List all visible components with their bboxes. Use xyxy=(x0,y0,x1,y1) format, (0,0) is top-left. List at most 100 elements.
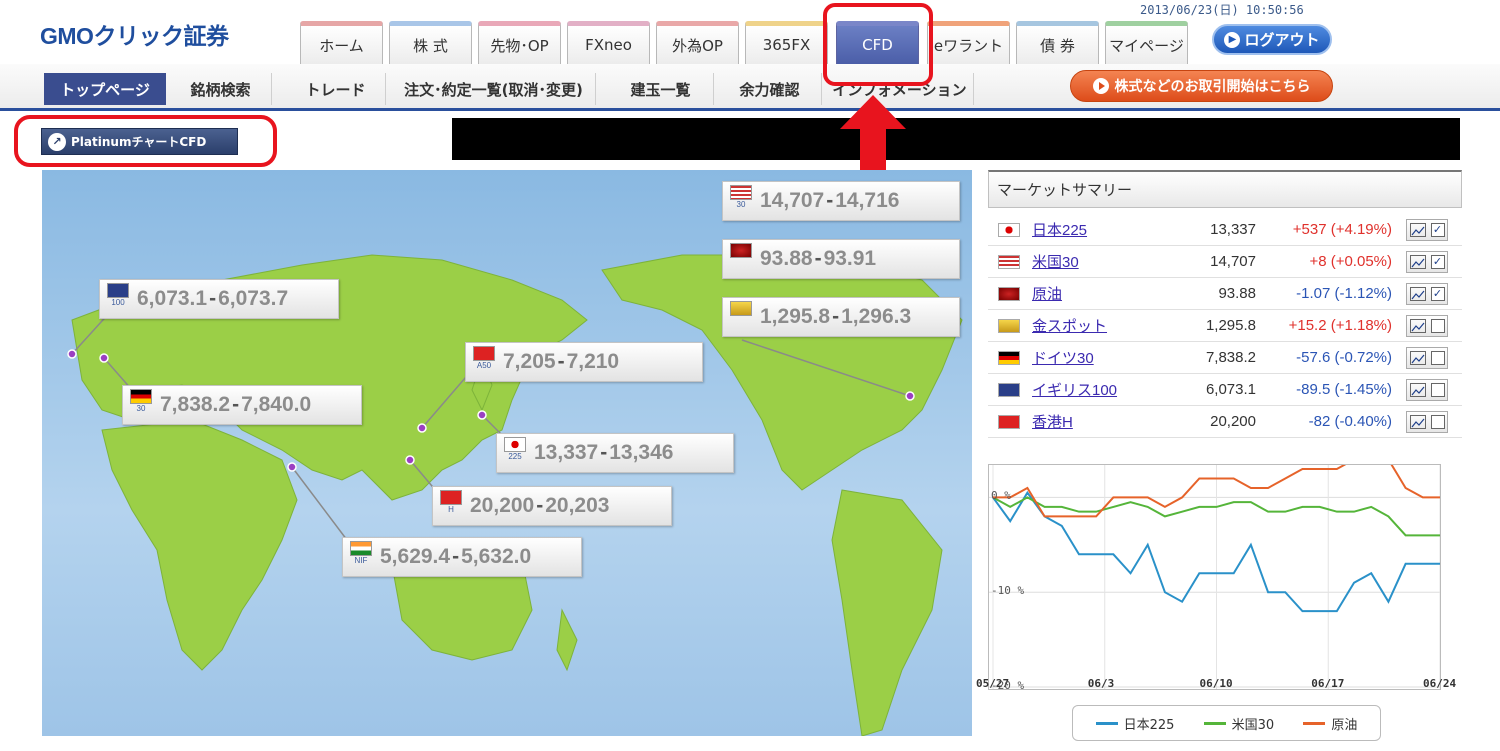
quote-ask: 6,073.7 xyxy=(218,287,289,310)
quote-ask: 13,346 xyxy=(609,441,674,464)
de-flag-icon: 30 xyxy=(128,389,154,421)
legend-item[interactable]: 原油 xyxy=(1303,714,1357,733)
gmo-logo[interactable]: GMOクリック証券 xyxy=(40,17,229,51)
quote-box[interactable]: 1,295.8-1,296.3 xyxy=(722,297,960,337)
tab-5[interactable]: 365FX xyxy=(745,21,828,64)
quote-ask: 7,840.0 xyxy=(241,393,312,416)
quote-code: NIF xyxy=(354,556,368,565)
quote-box[interactable]: A50 7,205-7,210 xyxy=(465,342,703,382)
chart-toggle[interactable]: ✓ xyxy=(1406,218,1448,241)
quote-box[interactable]: 100 6,073.1-6,073.7 xyxy=(99,279,339,319)
chart-checkbox[interactable] xyxy=(1430,414,1445,429)
mini-chart-icon xyxy=(1409,318,1426,333)
summary-instrument-link[interactable]: ドイツ30 xyxy=(1032,347,1094,368)
y-tick-label: -10 % xyxy=(991,584,1025,598)
mini-chart-icon xyxy=(1409,254,1426,269)
summary-price: 6,073.1 xyxy=(1205,381,1256,398)
highlight-cfd-tab xyxy=(823,3,933,86)
chart-checkbox[interactable] xyxy=(1430,350,1445,365)
subnav-item-4[interactable]: 建玉一覧 xyxy=(608,73,714,105)
y-tick-label: -20 % xyxy=(991,679,1025,692)
cn-flag-icon: A50 xyxy=(471,346,497,378)
summary-change: -57.6 (-0.72%) xyxy=(1296,349,1392,366)
trade-start-button[interactable]: 株式などのお取引開始はこちら xyxy=(1070,70,1333,102)
subnav-item-1[interactable]: 銘柄検索 xyxy=(170,73,272,105)
quote-box[interactable]: 30 7,838.2-7,840.0 xyxy=(122,385,362,425)
quote-box[interactable]: NIF 5,629.4-5,632.0 xyxy=(342,537,582,577)
x-tick-label: 06/10 xyxy=(1199,677,1233,690)
mini-chart-icon xyxy=(1409,350,1426,365)
subnav-item-3[interactable]: 注文･約定一覧(取消･変更) xyxy=(392,73,596,105)
summary-price: 13,337 xyxy=(1210,221,1256,238)
summary-price: 14,707 xyxy=(1210,253,1256,270)
legend-item[interactable]: 日本225 xyxy=(1095,714,1174,733)
uk-flag-icon: 100 xyxy=(105,283,131,315)
mini-chart-icon xyxy=(1409,414,1426,429)
summary-instrument-link[interactable]: 金スポット xyxy=(1032,315,1107,336)
jp-flag-icon: 225 xyxy=(502,437,528,469)
chart-legend: 日本225 米国30 原油 xyxy=(1072,705,1381,741)
logout-button[interactable]: ▶ ログアウト xyxy=(1212,24,1332,55)
chart-checkbox[interactable] xyxy=(1430,382,1445,397)
chart-checkbox[interactable]: ✓ xyxy=(1430,286,1445,301)
chart-checkbox[interactable] xyxy=(1430,318,1445,333)
chart-toggle[interactable] xyxy=(1406,314,1448,337)
quote-ask: 14,716 xyxy=(835,189,900,212)
jp-flag-icon xyxy=(998,222,1020,237)
tab-2[interactable]: 先物･OP xyxy=(478,21,561,64)
summary-price: 7,838.2 xyxy=(1205,349,1256,366)
summary-instrument-link[interactable]: 日本225 xyxy=(1032,219,1087,240)
legend-item[interactable]: 米国30 xyxy=(1203,714,1274,733)
quote-ask: 93.91 xyxy=(823,247,877,270)
quote-box[interactable]: 30 14,707-14,716 xyxy=(722,181,960,221)
chart-toggle[interactable] xyxy=(1406,410,1448,433)
x-tick-label: 06/17 xyxy=(1311,677,1345,690)
summary-row: 金スポット 1,295.8 +15.2 (+1.18%) xyxy=(988,310,1462,342)
quote-bid: 6,073.1 xyxy=(137,287,208,310)
tab-3[interactable]: FXneo xyxy=(567,21,650,64)
oil-flag-icon xyxy=(728,243,754,275)
tab-9[interactable]: マイページ xyxy=(1105,21,1188,64)
subnav-item-5[interactable]: 余力確認 xyxy=(718,73,822,105)
chart-checkbox[interactable]: ✓ xyxy=(1430,222,1445,237)
logout-label: ログアウト xyxy=(1244,31,1320,49)
summary-instrument-link[interactable]: イギリス100 xyxy=(1032,379,1117,400)
quote-ask: 7,210 xyxy=(566,350,620,373)
tab-1[interactable]: 株 式 xyxy=(389,21,472,64)
chart-toggle[interactable]: ✓ xyxy=(1406,282,1448,305)
gold-flag-icon xyxy=(728,301,754,333)
market-line-chart xyxy=(988,464,1441,690)
uk-flag-icon xyxy=(998,382,1020,397)
quote-box[interactable]: 225 13,337-13,346 xyxy=(496,433,734,473)
summary-instrument-link[interactable]: 原油 xyxy=(1032,283,1062,304)
us-flag-icon xyxy=(998,254,1020,269)
quote-code: 100 xyxy=(111,298,125,307)
tab-8[interactable]: 債 券 xyxy=(1016,21,1099,64)
legend-line-icon xyxy=(1095,721,1118,725)
quote-box[interactable]: 93.88-93.91 xyxy=(722,239,960,279)
summary-instrument-link[interactable]: 香港H xyxy=(1032,411,1073,432)
tab-0[interactable]: ホーム xyxy=(300,21,383,64)
trade-start-label: 株式などのお取引開始はこちら xyxy=(1114,79,1311,95)
chart-checkbox[interactable]: ✓ xyxy=(1430,254,1445,269)
quote-bid: 7,838.2 xyxy=(160,393,231,416)
tab-7[interactable]: eワラント xyxy=(927,21,1010,64)
quote-bid: 20,200 xyxy=(470,494,535,517)
quote-box[interactable]: H 20,200-20,203 xyxy=(432,486,672,526)
x-tick-label: 06/3 xyxy=(1087,677,1115,690)
x-tick-label: 06/24 xyxy=(1423,677,1457,690)
mini-chart-icon xyxy=(1409,382,1426,397)
subnav-item-0[interactable]: トップページ xyxy=(44,73,166,105)
tab-4[interactable]: 外為OP xyxy=(656,21,739,64)
arrow-right-icon: ▶ xyxy=(1224,31,1241,48)
subnav-item-2[interactable]: トレード xyxy=(286,73,386,105)
chart-toggle[interactable] xyxy=(1406,378,1448,401)
chart-toggle[interactable]: ✓ xyxy=(1406,250,1448,273)
summary-instrument-link[interactable]: 米国30 xyxy=(1032,251,1079,272)
quote-ask: 5,632.0 xyxy=(461,545,532,568)
play-icon xyxy=(1092,78,1109,94)
summary-row: 米国30 14,707 +8 (+0.05%) ✓ xyxy=(988,246,1462,278)
chart-toggle[interactable] xyxy=(1406,346,1448,369)
quote-bid: 7,205 xyxy=(503,350,556,373)
quote-code: 30 xyxy=(136,404,146,413)
